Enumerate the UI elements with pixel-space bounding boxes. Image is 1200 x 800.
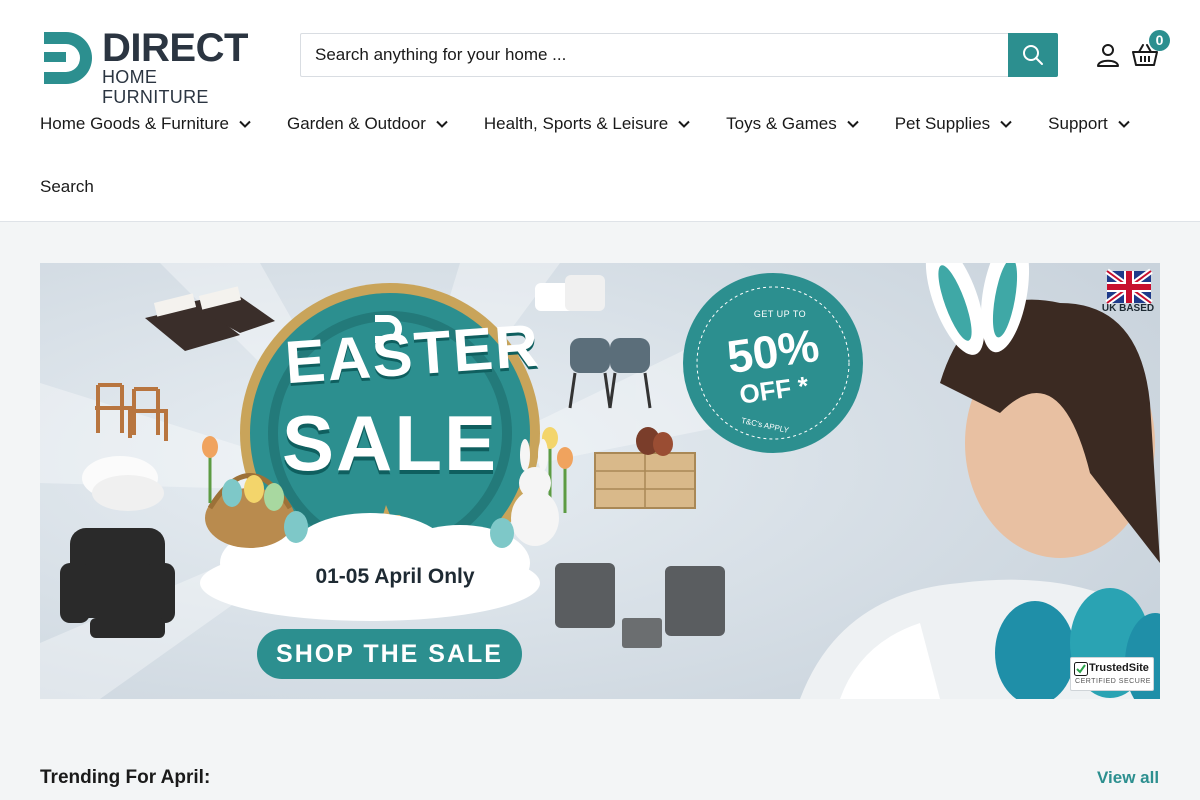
nav-item-label: Toys & Games <box>726 114 837 133</box>
uk-based-label: UK BASED <box>1101 303 1155 314</box>
brand-tagline: HOME FURNITURE <box>102 67 209 107</box>
trustedsite-badge[interactable]: TrustedSite CERTIFIED SECURE <box>1070 657 1154 691</box>
banner-headline-easter: EASTER <box>282 311 543 397</box>
brand-logo[interactable]: DIRECT HOME FURNITURE <box>40 26 265 107</box>
nav-item-garden[interactable]: Garden & Outdoor <box>287 112 448 136</box>
search-button[interactable] <box>1008 33 1058 77</box>
offer-prefix: GET UP TO <box>753 309 807 319</box>
banner-artwork <box>40 263 1160 699</box>
trustedsite-title: TrustedSite <box>1089 662 1149 674</box>
nav-item-support[interactable]: Support <box>1048 112 1130 136</box>
nav-item-label: Support <box>1048 114 1108 133</box>
main-nav: Home Goods & Furniture Garden & Outdoor … <box>40 112 1166 136</box>
checkmark-icon <box>1074 662 1088 676</box>
easter-sale-banner[interactable]: EASTER SALE 01-05 April Only SHOP THE SA… <box>40 263 1160 699</box>
search-bar <box>300 33 1058 77</box>
site-header: DIRECT HOME FURNITURE 0 Home Goods & Fur… <box>0 0 1200 222</box>
search-icon <box>1023 45 1043 65</box>
chevron-down-icon <box>678 120 690 128</box>
view-all-link[interactable]: View all <box>1097 768 1159 788</box>
search-input[interactable] <box>300 33 1008 77</box>
brand-name: DIRECT <box>102 26 248 70</box>
banner-dates: 01-05 April Only <box>315 565 475 588</box>
trending-section-title: Trending For April: <box>40 767 211 788</box>
nav-item-pet-supplies[interactable]: Pet Supplies <box>895 112 1012 136</box>
nav-item-label: Health, Sports & Leisure <box>483 114 669 133</box>
account-icon[interactable] <box>1096 43 1120 67</box>
nav-item-health-sports[interactable]: Health, Sports & Leisure <box>484 112 690 136</box>
nav-item-home-goods[interactable]: Home Goods & Furniture <box>40 112 251 136</box>
nav-item-label: Garden & Outdoor <box>286 114 426 133</box>
chevron-down-icon <box>846 120 859 128</box>
chevron-down-icon <box>239 120 251 128</box>
logo-mark-icon <box>44 32 92 84</box>
nav-item-search[interactable]: Search <box>40 177 94 197</box>
trustedsite-subtitle: CERTIFIED SECURE <box>1075 678 1151 685</box>
shop-the-sale-button[interactable]: SHOP THE SALE <box>257 629 522 679</box>
chevron-down-icon <box>1117 120 1130 128</box>
cart-count-badge: 0 <box>1149 30 1170 51</box>
nav-item-toys-games[interactable]: Toys & Games <box>726 112 859 136</box>
banner-headline-sale: SALE <box>281 399 499 487</box>
nav-item-label: Pet Supplies <box>894 114 991 133</box>
chevron-down-icon <box>436 120 448 128</box>
nav-item-label: Home Goods & Furniture <box>40 114 229 133</box>
chevron-down-icon <box>1000 120 1012 128</box>
